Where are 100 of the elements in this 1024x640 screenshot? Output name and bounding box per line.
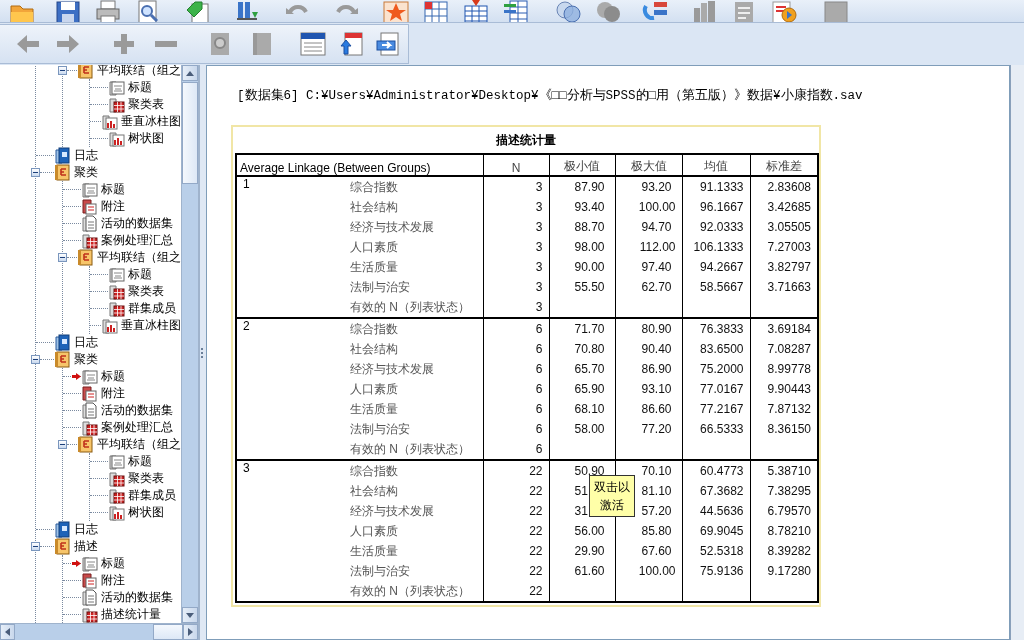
table-cell: 60.4773: [700, 464, 744, 478]
row-label: 法制与治安: [342, 561, 483, 581]
tree-item[interactable]: 案例处理汇总: [101, 232, 173, 249]
tree-item[interactable]: 案例处理汇总: [101, 419, 173, 436]
tree-item[interactable]: 标题: [101, 368, 125, 385]
tree-item[interactable]: 树状图: [128, 504, 164, 521]
table-cell: 3: [483, 176, 549, 197]
tree-item[interactable]: 垂直冰柱图: [121, 113, 181, 130]
table-cell: 77.0167: [700, 382, 744, 396]
column-header: 极小值: [549, 154, 615, 176]
horizontal-scrollbar[interactable]: [0, 623, 198, 640]
collapse-toggle[interactable]: [31, 542, 40, 551]
swap-icon[interactable]: [642, 0, 670, 22]
star-icon[interactable]: [382, 0, 410, 22]
tree-item[interactable]: 平均联结（组之: [97, 249, 181, 266]
table-cell: 3.05505: [767, 220, 811, 234]
tree-item[interactable]: 标题: [128, 266, 152, 283]
print-icon[interactable]: [94, 0, 122, 22]
log-icon: [54, 147, 71, 164]
tree-item[interactable]: 聚类: [74, 164, 98, 181]
tree-item[interactable]: 群集成员: [128, 487, 176, 504]
table-cell: 6: [483, 359, 549, 379]
table-cell: 6: [483, 339, 549, 359]
tree-item[interactable]: 附注: [101, 198, 125, 215]
table-cell: 75.9136: [700, 564, 744, 578]
tree-item[interactable]: 附注: [101, 572, 125, 589]
collapse-toggle[interactable]: [58, 66, 67, 75]
table-icon[interactable]: [462, 0, 490, 22]
window-icon[interactable]: [822, 0, 850, 22]
tree-item[interactable]: 活动的数据集: [101, 215, 173, 232]
row-label: 经济与技术发展: [342, 501, 483, 521]
tree-item[interactable]: 日志: [74, 521, 98, 538]
table-icon: [81, 232, 98, 249]
tree-item[interactable]: 日志: [74, 147, 98, 164]
tree-item[interactable]: 描述: [74, 538, 98, 555]
tree-item[interactable]: 附注: [101, 385, 125, 402]
scroll-up-icon[interactable]: [186, 70, 194, 76]
page-arrow-icon[interactable]: [374, 30, 402, 58]
tree-item[interactable]: 平均联结（组之: [97, 436, 181, 453]
table-icon[interactable]: [502, 0, 530, 22]
table-cell: 91.1333: [700, 180, 744, 194]
table-cell: 92.0333: [700, 220, 744, 234]
table-frame[interactable]: [231, 125, 821, 607]
row-label: 人口素质: [342, 379, 483, 399]
title-icon: [81, 368, 98, 385]
table-cell: 83.6500: [700, 342, 744, 356]
table-cell: 31: [574, 504, 588, 518]
table-cell: 75.2000: [700, 362, 744, 376]
tree-item[interactable]: 标题: [101, 181, 125, 198]
scroll-left-icon[interactable]: [5, 628, 10, 636]
table-cell: 52.5318: [700, 544, 744, 558]
tag-icon[interactable]: [184, 0, 212, 22]
tree-item[interactable]: 日志: [74, 334, 98, 351]
tree-item[interactable]: 聚类表: [128, 470, 164, 487]
header-icon[interactable]: [298, 30, 326, 58]
circles-icon[interactable]: [594, 0, 622, 22]
table-cell: 68.10: [574, 402, 605, 416]
tree-item[interactable]: 活动的数据集: [101, 402, 173, 419]
table-cell: 70.10: [641, 464, 672, 478]
save-icon[interactable]: [54, 0, 82, 22]
table-icon[interactable]: [422, 0, 450, 22]
tree-item[interactable]: 聚类表: [128, 283, 164, 300]
tree-item[interactable]: 垂直冰柱图: [121, 317, 181, 334]
table-cell: 69.9045: [700, 524, 744, 538]
scrollbar-thumb[interactable]: [182, 82, 198, 184]
table-cell: 3: [483, 297, 549, 318]
table-cell: 65.70: [574, 362, 605, 376]
title-icon: [108, 453, 125, 470]
tree-item[interactable]: 活动的数据集: [101, 589, 173, 606]
collapse-toggle[interactable]: [31, 168, 40, 177]
table-cell: 3: [483, 237, 549, 257]
vertical-scrollbar[interactable]: [181, 65, 198, 623]
column-header: 标准差: [750, 154, 818, 176]
tree-item[interactable]: 树状图: [128, 130, 164, 147]
table-title: 描述统计量: [495, 132, 557, 149]
tree-item[interactable]: 聚类表: [128, 96, 164, 113]
tree-item[interactable]: 描述统计量: [101, 606, 161, 623]
tree-item[interactable]: 聚类: [74, 351, 98, 368]
table-cell: 3.71663: [767, 280, 811, 294]
page-up-icon[interactable]: [338, 30, 366, 58]
table-cell: 76.3833: [700, 322, 744, 336]
row-label: 人口素质: [342, 237, 483, 257]
scrollbar-thumb[interactable]: [153, 624, 183, 640]
tree-item[interactable]: 群集成员: [128, 300, 176, 317]
collapse-toggle[interactable]: [58, 440, 67, 449]
tree-item[interactable]: 标题: [101, 555, 125, 572]
table-cell: 22: [483, 460, 549, 481]
table-cell: 90.00: [574, 260, 605, 274]
scroll-right-icon[interactable]: [188, 628, 193, 636]
media-icon[interactable]: [770, 0, 798, 22]
table-icon: [108, 283, 125, 300]
row-label: 经济与技术发展: [342, 359, 483, 379]
tree-item[interactable]: 标题: [128, 453, 152, 470]
row-label: 法制与治安: [342, 419, 483, 439]
collapse-toggle[interactable]: [31, 355, 40, 364]
tree-item[interactable]: 标题: [128, 79, 152, 96]
table-cell: 56.00: [574, 524, 605, 538]
scroll-down-icon[interactable]: [186, 612, 194, 618]
collapse-toggle[interactable]: [58, 253, 67, 262]
circles-icon[interactable]: [554, 0, 582, 22]
